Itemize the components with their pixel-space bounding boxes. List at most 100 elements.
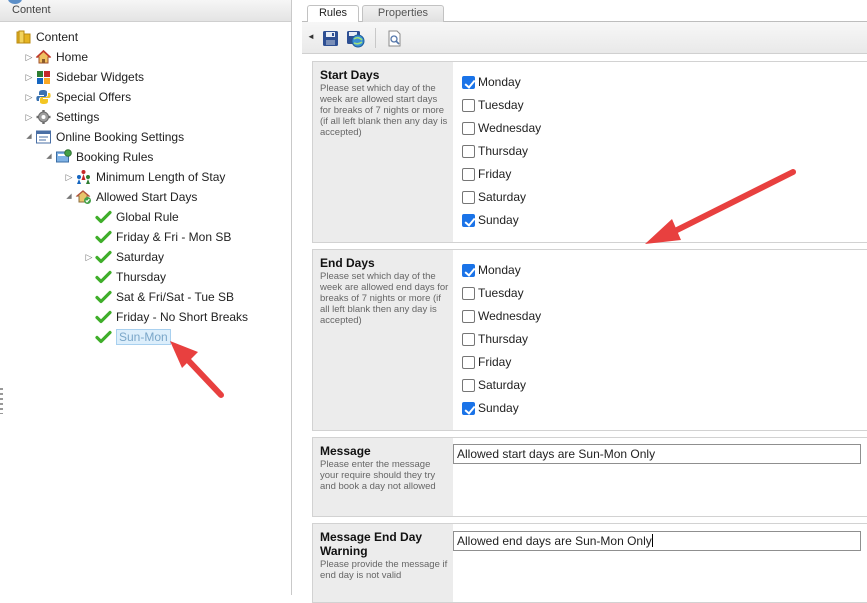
- message-input[interactable]: Allowed start days are Sun-Mon Only: [453, 444, 861, 464]
- collapse-arrow-icon[interactable]: ◄: [307, 32, 315, 41]
- end-days-section: End Days Please set which day of the wee…: [312, 249, 867, 431]
- tree-node-label: Home: [56, 50, 89, 64]
- tree-collapsed-icon[interactable]: ▷: [24, 67, 34, 87]
- checkmark-icon: [95, 309, 112, 325]
- day-label: Wednesday: [478, 309, 542, 323]
- tree-collapsed-icon[interactable]: ▷: [24, 87, 34, 107]
- tree-node[interactable]: Friday & Fri - Mon SB: [0, 227, 290, 247]
- content-panel-header: Content: [0, 0, 291, 22]
- tree-node-label: Friday - No Short Breaks: [116, 310, 249, 324]
- settings-form-icon: [35, 129, 52, 145]
- tree-node-label-selected: Sun-Mon: [116, 329, 171, 345]
- checkbox[interactable]: [462, 310, 475, 323]
- checkmark-icon: [95, 289, 112, 305]
- day-label: Tuesday: [478, 286, 524, 300]
- tree-node[interactable]: ◢ Allowed Start Days: [0, 187, 290, 207]
- tree-node[interactable]: ▷ Sidebar Widgets: [0, 67, 290, 87]
- tree-node[interactable]: ▷ Home: [0, 47, 290, 67]
- tab-strip: Rules Properties: [302, 0, 867, 23]
- checkbox-checked[interactable]: [462, 264, 475, 277]
- save-icon[interactable]: [322, 30, 339, 47]
- day-label: Tuesday: [478, 98, 524, 112]
- checkbox[interactable]: [462, 287, 475, 300]
- start-days-description: Please set which day of the week are all…: [320, 83, 448, 138]
- day-label: Friday: [478, 355, 512, 369]
- tree-node[interactable]: Thursday: [0, 267, 290, 287]
- tree-collapsed-icon[interactable]: ▷: [24, 107, 34, 127]
- tree-node[interactable]: ▷ Minimum Length of Stay: [0, 167, 290, 187]
- checkbox[interactable]: [462, 379, 475, 392]
- panel-splitter-handle[interactable]: [0, 388, 3, 414]
- tree-collapsed-icon[interactable]: ▷: [24, 47, 34, 67]
- content-tree-panel: Content Content ▷ Home ▷ Sidebar Widgets ▷ Spe…: [0, 0, 292, 595]
- tree-node[interactable]: ◢ Booking Rules: [0, 147, 290, 167]
- tree-node-label: Special Offers: [56, 90, 132, 104]
- tree-node-label: Sat & Fri/Sat - Tue SB: [116, 290, 235, 304]
- checkmark-icon: [95, 269, 112, 285]
- checkmark-icon: [95, 229, 112, 245]
- checkbox[interactable]: [462, 333, 475, 346]
- day-label: Thursday: [478, 332, 529, 346]
- checkbox-checked[interactable]: [462, 76, 475, 89]
- tree-node[interactable]: Sat & Fri/Sat - Tue SB: [0, 287, 290, 307]
- tree-collapsed-icon[interactable]: ▷: [64, 167, 74, 187]
- message-title: Message: [320, 444, 371, 458]
- message-end-day-section: Message End Day Warning Please provide t…: [312, 523, 867, 603]
- home-icon: [35, 49, 52, 65]
- tree-node-label: Online Booking Settings: [56, 130, 185, 144]
- checkbox-checked[interactable]: [462, 214, 475, 227]
- tree-collapsed-icon[interactable]: ▷: [84, 247, 94, 267]
- widgets-icon: [35, 69, 52, 85]
- tree-expanded-icon[interactable]: ◢: [64, 187, 74, 207]
- day-label: Wednesday: [478, 121, 542, 135]
- tree-node-label: Settings: [56, 110, 100, 124]
- house-check-icon: [75, 189, 92, 205]
- tree-expanded-icon[interactable]: ◢: [44, 147, 54, 167]
- checkbox[interactable]: [462, 99, 475, 112]
- checkbox[interactable]: [462, 122, 475, 135]
- tree-node-label: Saturday: [116, 250, 165, 264]
- tree-node[interactable]: ◢ Online Booking Settings: [0, 127, 290, 147]
- text-caret: [651, 534, 653, 547]
- message-end-day-input[interactable]: Allowed end days are Sun-Mon Only: [453, 531, 861, 551]
- tree-node[interactable]: ▷ Settings: [0, 107, 290, 127]
- rules-form: Start Days Please set which day of the w…: [312, 55, 867, 603]
- toolbar-separator: [375, 28, 376, 48]
- tree-node[interactable]: ▷ Special Offers: [0, 87, 290, 107]
- tree-node-label: Minimum Length of Stay: [96, 170, 226, 184]
- checkmark-icon: [95, 329, 112, 345]
- end-days-label-cell: End Days Please set which day of the wee…: [313, 250, 453, 430]
- checkbox[interactable]: [462, 168, 475, 181]
- tree-node-label: Booking Rules: [76, 150, 154, 164]
- tab-properties[interactable]: Properties: [362, 5, 444, 22]
- editor-panel: Rules Properties ◄ Start Days Please set…: [302, 0, 867, 603]
- tree-node[interactable]: Friday - No Short Breaks: [0, 307, 290, 327]
- tree-node[interactable]: Global Rule: [0, 207, 290, 227]
- checkbox[interactable]: [462, 145, 475, 158]
- tree-node[interactable]: Content: [0, 27, 290, 47]
- day-label: Monday: [478, 75, 521, 89]
- tree-node[interactable]: Sun-Mon: [0, 327, 290, 347]
- preview-icon[interactable]: [386, 30, 403, 47]
- day-label: Sunday: [478, 213, 519, 227]
- message-section: Message Please enter the message your re…: [312, 437, 867, 517]
- tree-expanded-icon[interactable]: ◢: [24, 127, 34, 147]
- start-days-title: Start Days: [320, 68, 380, 82]
- checkbox-checked[interactable]: [462, 402, 475, 415]
- tree-node[interactable]: ▷ Saturday: [0, 247, 290, 267]
- python-icon: [35, 89, 52, 105]
- start-days-label-cell: Start Days Please set which day of the w…: [313, 62, 453, 242]
- rules-icon: [55, 149, 72, 165]
- tab-rules[interactable]: Rules: [307, 5, 359, 23]
- people-icon: [75, 169, 92, 185]
- tree-node-label: Thursday: [116, 270, 167, 284]
- checkbox[interactable]: [462, 191, 475, 204]
- day-label: Sunday: [478, 401, 519, 415]
- checkmark-icon: [95, 209, 112, 225]
- save-publish-icon[interactable]: [346, 30, 365, 48]
- editor-toolbar: ◄: [302, 22, 867, 54]
- checkmark-icon: [95, 249, 112, 265]
- checkbox[interactable]: [462, 356, 475, 369]
- folder-icon: [15, 29, 32, 45]
- message-label-cell: Message Please enter the message your re…: [313, 438, 453, 516]
